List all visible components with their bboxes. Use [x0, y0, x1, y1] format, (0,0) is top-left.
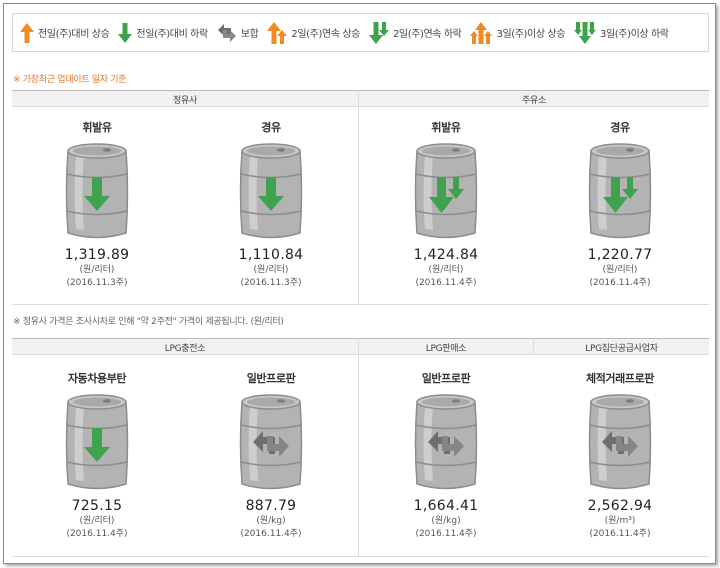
barrel-flat-icon: [239, 394, 303, 490]
price-card-lpg-bulk-propane: 체적거래프로판 2,562.94 (원/m³) (2016.11.4주): [550, 372, 690, 541]
legend-label: 2일(주)연속 상승: [291, 29, 360, 40]
legend-item-double-down: 2일(주)연속 하락: [368, 21, 462, 45]
divider: [12, 304, 709, 305]
legend-item-down: 전일(주)대비 하락: [117, 22, 208, 44]
card-title: 경유: [261, 121, 281, 134]
price-date: (2016.11.3주): [240, 278, 302, 288]
price-card-refinery-gasoline: 휘발유 1,319.89 (원/리터) (2016.11.3주): [27, 121, 167, 290]
divider: [358, 90, 359, 304]
section-header-lpg: LPG충전소 LPG판매소 LPG집단공급사업자: [12, 338, 709, 355]
card-title: 휘발유: [82, 121, 112, 134]
price-card-station-gasoline: 휘발유 1,424.84 (원/리터) (2016.11.4주): [376, 121, 516, 290]
price-value: 1,319.89: [64, 247, 130, 263]
barrel-flat-icon: [414, 394, 478, 490]
price-date: (2016.11.4주): [240, 529, 302, 539]
price-value: 887.79: [245, 498, 297, 514]
legend-label: 전일(주)대비 상승: [38, 29, 110, 40]
legend-label: 3일(주)이상 상승: [496, 29, 566, 40]
triple-down-arrow-icon: [574, 21, 597, 44]
price-unit: (원/리터): [602, 265, 638, 275]
price-value: 1,220.77: [587, 247, 653, 263]
price-value: 2,562.94: [587, 498, 653, 514]
price-card-refinery-diesel: 경유 1,110.84 (원/리터) (2016.11.3주): [201, 121, 341, 290]
section-title-lpg-retail: LPG판매소: [425, 344, 467, 354]
price-card-lpg-station-propane: 일반프로판 887.79 (원/kg) (2016.11.4주): [201, 372, 341, 541]
triple-up-arrow-icon: [470, 21, 493, 44]
double-up-arrow-icon: [267, 21, 288, 44]
price-date: (2016.11.4주): [415, 529, 477, 539]
section-title-gas-station: 주유소: [522, 96, 546, 106]
section-title-lpg-bulk: LPG집단공급사업자: [585, 344, 658, 354]
refinery-delay-note: ※ 정유사 가격은 조사시차로 인해 "약 2주전" 가격이 제공됩니다. (원…: [13, 317, 284, 327]
price-date: (2016.11.4주): [415, 278, 477, 288]
price-date: (2016.11.4주): [589, 278, 651, 288]
section-title-refinery: 정유사: [173, 96, 197, 106]
legend-label: 3일(주)이상 하락: [600, 29, 669, 40]
price-unit: (원/kg): [256, 516, 286, 526]
barrel-double-down-icon: [414, 143, 478, 239]
update-basis-note: ※ 가장최근 업데이트 일자 기준: [13, 75, 127, 85]
price-date: (2016.11.3주): [66, 278, 128, 288]
legend-label: 보합: [240, 29, 259, 40]
section-title-lpg-station: LPG충전소: [164, 344, 206, 354]
legend-item-triple-down: 3일(주)이상 하락: [573, 21, 669, 45]
price-unit: (원/리터): [253, 265, 289, 275]
barrel-down-icon: [65, 394, 129, 490]
barrel-flat-icon: [588, 394, 652, 490]
barrel-double-down-icon: [588, 143, 652, 239]
price-unit: (원/kg): [431, 516, 461, 526]
price-card-lpg-retail-propane: 일반프로판 1,664.41 (원/kg) (2016.11.4주): [376, 372, 516, 541]
divider: [533, 338, 534, 355]
card-title: 일반프로판: [421, 372, 471, 385]
legend-label: 전일(주)대비 하락: [136, 29, 208, 40]
price-value: 1,110.84: [238, 247, 304, 263]
price-unit: (원/리터): [79, 265, 115, 275]
barrel-down-icon: [65, 143, 129, 239]
legend-label: 2일(주)연속 하락: [392, 29, 462, 40]
down-arrow-icon: [118, 22, 133, 43]
up-arrow-icon: [20, 22, 34, 43]
divider: [358, 338, 359, 556]
card-title: 경유: [610, 121, 630, 134]
divider: [12, 556, 709, 557]
legend-item-triple-up: 3일(주)이상 상승: [469, 21, 565, 45]
price-value: 725.15: [71, 498, 123, 514]
card-title: 휘발유: [431, 121, 461, 134]
price-unit: (원/리터): [428, 265, 464, 275]
price-unit: (원/m³): [604, 516, 636, 526]
price-unit: (원/리터): [79, 516, 115, 526]
legend-item-double-up: 2일(주)연속 상승: [266, 21, 360, 45]
mixed-arrows-icon: [217, 23, 236, 42]
legend-item-up: 전일(주)대비 상승: [19, 22, 110, 44]
section-header-fuel: 정유사 주유소: [12, 90, 709, 107]
oil-price-panel: 전일(주)대비 상승 전일(주)대비 하락 보합 2일(주)연속 상승 2일(주…: [3, 3, 716, 564]
legend-item-flat: 보합: [216, 22, 259, 44]
price-date: (2016.11.4주): [589, 529, 651, 539]
price-value: 1,424.84: [413, 247, 479, 263]
barrel-down-icon: [239, 143, 303, 239]
price-card-station-diesel: 경유 1,220.77 (원/리터) (2016.11.4주): [550, 121, 690, 290]
card-title: 일반프로판: [246, 372, 296, 385]
price-date: (2016.11.4주): [66, 529, 128, 539]
double-down-arrow-icon: [368, 21, 389, 44]
card-title: 자동차용부탄: [67, 372, 127, 385]
legend-bar: 전일(주)대비 상승 전일(주)대비 하락 보합 2일(주)연속 상승 2일(주…: [12, 13, 709, 52]
card-title: 체적거래프로판: [585, 372, 655, 385]
price-value: 1,664.41: [413, 498, 479, 514]
price-card-lpg-butane: 자동차용부탄 725.15 (원/리터) (2016.11.4주): [27, 372, 167, 541]
